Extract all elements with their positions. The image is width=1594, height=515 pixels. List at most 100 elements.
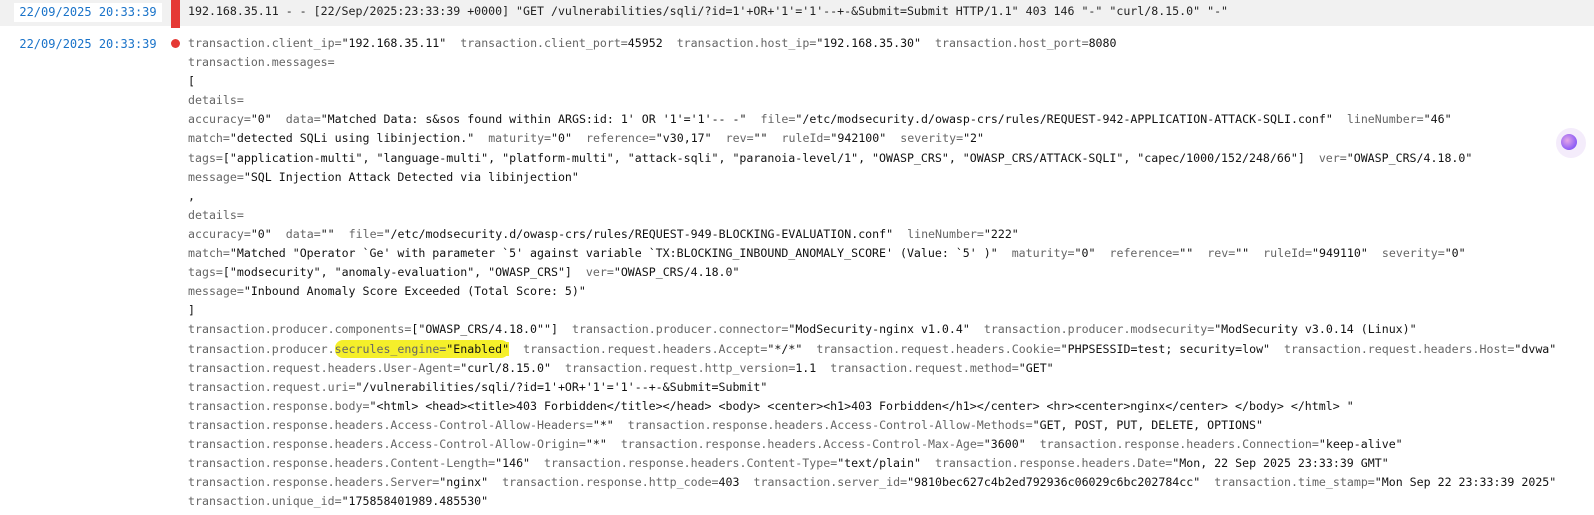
field-key: data= [285,112,321,127]
field-key: ruleId= [1263,246,1313,261]
field-value[interactable]: "dvwa" [1514,342,1556,356]
field-key: transaction.client_ip= [188,36,342,50]
field-value[interactable]: "Matched "Operator `Ge' with parameter `… [230,246,998,260]
timestamp-2[interactable]: 22/09/2025 20:33:39 [14,35,162,54]
field-value[interactable]: "nginx" [439,475,488,489]
field-value[interactable]: "942100" [830,131,886,145]
field-value[interactable]: "192.168.35.11" [342,36,447,50]
field-value[interactable]: "GET" [1019,361,1054,375]
field-key: tags= [188,265,223,280]
field-key: transaction.response.body= [188,398,370,413]
field-key: message= [188,169,244,184]
field-key: transaction.request.uri= [188,379,356,394]
field-value[interactable]: "0" [551,131,572,145]
field-key: rev= [725,131,754,146]
field-value[interactable]: "v30,17" [656,131,712,145]
field-value[interactable]: "/etc/modsecurity.d/owasp-crs/rules/REQU… [384,227,894,241]
field-value[interactable]: "*" [593,418,614,432]
field-value[interactable]: "PHPSESSID=test; security=low" [1061,342,1270,356]
field-value[interactable]: "/vulnerabilities/sqli/?id=1'+OR+'1'='1'… [356,380,768,394]
field-value[interactable]: "222" [984,227,1019,241]
field-key: transaction.request.headers.User-Agent= [188,360,461,375]
copilot-icon[interactable] [1556,128,1586,158]
field-key: ver= [585,265,614,280]
field-value[interactable]: "<html> <head><title>403 Forbidden</titl… [369,399,1353,413]
field-value[interactable]: "ModSecurity v3.0.14 (Linux)" [1214,322,1416,336]
field-line: tags=["application-multi", "language-mul… [188,149,1588,168]
field-value[interactable]: "3600" [984,437,1026,451]
field-value[interactable]: "curl/8.15.0" [460,361,551,375]
field-value[interactable]: [ [188,74,195,88]
field-value[interactable]: "detected SQLi using libinjection." [230,131,474,145]
field-key: transaction.server_id= [753,475,908,490]
field-value[interactable]: "*" [586,437,607,451]
timestamp-1[interactable]: 22/09/2025 20:33:39 [14,3,162,22]
field-key: transaction.client_port= [460,36,628,50]
field-value[interactable]: "text/plain" [837,456,921,470]
field-key: ver= [1318,150,1347,165]
field-key: transaction.request.headers.Host= [1284,341,1515,356]
field-value[interactable]: "*/*" [767,342,802,356]
field-value[interactable]: "146" [495,456,530,470]
field-value[interactable]: "192.168.35.30" [816,36,921,50]
field-value[interactable]: , [188,189,195,203]
field-line: ] [188,301,1588,320]
field-value[interactable]: ["OWASP_CRS/4.18.0""] [411,322,558,336]
log-fields: transaction.client_ip="192.168.35.11" tra… [188,34,1588,511]
field-key: reference= [585,131,656,146]
field-value[interactable]: "OWASP_CRS/4.18.0" [614,265,740,279]
field-line: transaction.request.headers.User-Agent="… [188,359,1588,378]
field-value[interactable]: "Mon Sep 22 23:33:39 2025" [1375,475,1556,489]
field-value[interactable]: 403 [719,475,740,489]
field-value[interactable]: "Enabled" [446,341,510,356]
field-line: message="Inbound Anomaly Score Exceeded … [188,282,1588,301]
field-value[interactable]: "SQL Injection Attack Detected via libin… [244,170,579,184]
field-line: details= [188,206,1588,225]
field-key: transaction.request.headers.Cookie= [816,341,1061,356]
field-line: transaction.producer.components=["OWASP_… [188,320,1588,339]
field-value[interactable]: "0" [251,227,272,241]
field-key: rev= [1207,246,1236,261]
field-value[interactable]: "Matched Data: s&sos found within ARGS:i… [321,112,747,126]
field-key: transaction.producer.connector= [571,322,789,337]
field-value[interactable]: ["application-multi", "language-multi", … [223,151,1305,165]
field-value[interactable]: "OWASP_CRS/4.18.0" [1347,151,1473,165]
field-key: lineNumber= [907,226,984,241]
field-key: transaction.response.http_code= [502,475,719,490]
field-key: transaction.response.headers.Access-Cont… [188,417,593,432]
field-value[interactable]: "keep-alive" [1319,437,1403,451]
field-value[interactable]: "ModSecurity-nginx v1.0.4" [788,322,969,336]
field-value[interactable]: "/etc/modsecurity.d/owasp-crs/rules/REQU… [795,112,1332,126]
alert-indicator-bar [171,0,180,28]
field-value[interactable]: ["modsecurity", "anomaly-evaluation", "O… [223,265,572,279]
field-key: transaction.host_port= [935,36,1089,50]
field-key: transaction.request.method= [830,360,1019,375]
field-value[interactable]: "2" [963,131,984,145]
field-key: file= [348,226,384,241]
field-value[interactable]: "0" [1445,246,1466,260]
field-value[interactable]: "" [321,227,335,241]
field-value[interactable]: "" [1235,246,1249,260]
field-value[interactable]: 1.1 [795,361,816,375]
field-value[interactable]: ] [188,303,195,317]
field-line: tags=["modsecurity", "anomaly-evaluation… [188,263,1588,282]
field-value[interactable]: "" [754,131,768,145]
field-key: match= [188,246,230,261]
field-value[interactable]: "9810bec627c4b2ed792936c06029c6bc202784c… [907,475,1200,489]
field-line: details= [188,91,1588,110]
field-value[interactable]: "Mon, 22 Sep 2025 23:33:39 GMT" [1172,456,1388,470]
field-value[interactable]: "" [1179,246,1193,260]
field-value[interactable]: "949110" [1312,246,1368,260]
field-key: match= [188,131,230,146]
field-line: transaction.messages= [188,53,1588,72]
field-value[interactable]: "GET, POST, PUT, DELETE, OPTIONS" [1033,418,1263,432]
field-value[interactable]: "175858401989.485530" [342,494,489,508]
field-key: accuracy= [188,112,251,127]
field-value[interactable]: 45952 [628,36,663,50]
field-value[interactable]: "0" [1075,246,1096,260]
field-value[interactable]: "0" [251,112,272,126]
field-value[interactable]: "Inbound Anomaly Score Exceeded (Total S… [244,284,586,298]
field-value[interactable]: 8080 [1089,36,1117,50]
field-value[interactable]: "46" [1424,112,1452,126]
field-key: severity= [900,131,964,146]
